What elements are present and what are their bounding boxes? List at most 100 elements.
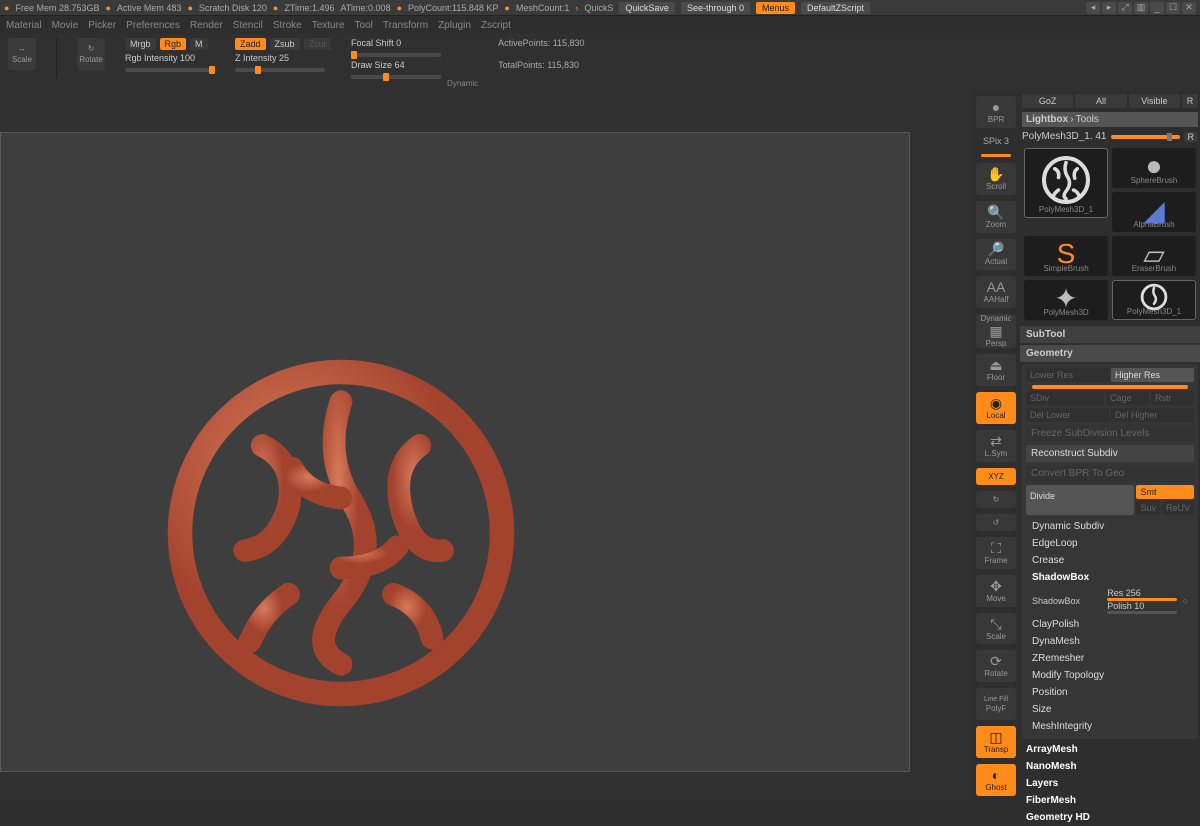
menu-texture[interactable]: Texture [312,20,345,31]
scale-tool[interactable]: ↔Scale [8,38,36,70]
del-higher-btn[interactable]: Del Higher [1111,408,1194,422]
geometry-header[interactable]: Geometry [1020,345,1200,362]
circle-icon[interactable]: ○ [1183,596,1188,606]
scroll-button[interactable]: ✋Scroll [976,163,1016,195]
mesh-integrity[interactable]: MeshIntegrity [1026,718,1194,735]
breadcrumb[interactable]: Lightbox›Tools [1022,112,1198,127]
quicksave-button[interactable]: QuickSave [619,2,675,14]
menu-render[interactable]: Render [190,20,223,31]
edgeloop[interactable]: EdgeLoop [1026,535,1194,552]
menu-preferences[interactable]: Preferences [126,20,180,31]
menu-picker[interactable]: Picker [88,20,116,31]
r-button[interactable]: R [1184,132,1199,142]
modify-topology[interactable]: Modify Topology [1026,667,1194,684]
zcut-button[interactable]: Zcut [304,38,332,50]
arraymesh[interactable]: ArrayMesh [1020,741,1200,758]
thumb-eraser[interactable]: ▱EraserBrush [1112,236,1196,276]
z-button[interactable]: ↺ [976,514,1016,531]
menu-zplugin[interactable]: Zplugin [438,20,471,31]
lower-res-btn[interactable]: Lower Res [1026,368,1109,382]
expand-btn[interactable]: ⤢ [1118,2,1132,14]
visible-tab[interactable]: Visible [1129,94,1180,108]
claypolish[interactable]: ClayPolish [1026,616,1194,633]
thumb-polymesh3d-1[interactable]: PolyMesh3D_1 [1112,280,1196,320]
draw-size-slider[interactable] [351,75,441,79]
convert-bpr-btn[interactable]: Convert BPR To Geo [1026,465,1194,482]
close-btn[interactable]: ✕ [1182,2,1196,14]
dynamic-subdiv[interactable]: Dynamic Subdiv [1026,518,1194,535]
polish-slider[interactable] [1107,611,1176,614]
smt-btn[interactable]: Smt [1136,485,1194,499]
zsub-button[interactable]: Zsub [270,38,300,50]
del-lower-btn[interactable]: Del Lower [1026,408,1109,422]
position[interactable]: Position [1026,684,1194,701]
persp-button[interactable]: Dynamic▦Persp [976,314,1016,348]
dynamic-label[interactable]: Dynamic [447,79,478,88]
menu-stroke[interactable]: Stroke [273,20,302,31]
freeze-subdiv-btn[interactable]: Freeze SubDivision Levels [1026,425,1194,442]
transp-button[interactable]: ◫Transp [976,726,1016,758]
thumb-alpha[interactable]: ◢AlphaBrush [1112,192,1196,232]
rgb-intensity-slider[interactable] [125,68,215,72]
cage-btn[interactable]: Cage [1106,391,1149,405]
suv-btn[interactable]: Suv [1136,501,1160,515]
nav-fwd[interactable]: ▸ [1102,2,1116,14]
pane-btn[interactable]: ▥ [1134,2,1148,14]
nav-back[interactable]: ◂ [1086,2,1100,14]
rotate-tool[interactable]: ↻Rotate [77,38,105,70]
r-tab[interactable]: R [1182,94,1198,108]
bpr-button[interactable]: ●BPR [976,96,1016,128]
shadowbox-btn[interactable]: ShadowBox [1032,596,1101,606]
crease[interactable]: Crease [1026,552,1194,569]
focal-shift-slider[interactable] [351,53,441,57]
menu-transform[interactable]: Transform [383,20,428,31]
menu-material[interactable]: Material [6,20,42,31]
xyz-button[interactable]: XYZ [976,468,1016,485]
rotate-button[interactable]: ⟳Rotate [976,650,1016,682]
floor-button[interactable]: ⏏Floor [976,354,1016,386]
actual-button[interactable]: 🔎Actual [976,239,1016,271]
thumb-polymesh[interactable]: PolyMesh3D_1 [1024,148,1108,218]
goz-tab[interactable]: GoZ [1022,94,1073,108]
menu-tool[interactable]: Tool [355,20,373,31]
move-button[interactable]: ✥Move [976,575,1016,607]
spix-label[interactable]: SPix 3 [981,134,1011,148]
zoom-button[interactable]: 🔍Zoom [976,201,1016,233]
reuv-btn[interactable]: ReUV [1162,501,1194,515]
scale-button[interactable]: ⤡Scale [976,613,1016,645]
layers[interactable]: Layers [1020,775,1200,792]
z-intensity-slider[interactable] [235,68,325,72]
rgb-button[interactable]: Rgb [160,38,187,50]
max-btn[interactable]: ☐ [1166,2,1180,14]
size[interactable]: Size [1026,701,1194,718]
m-button[interactable]: M [190,38,208,50]
geometry-hd[interactable]: Geometry HD [1020,809,1200,826]
aahalf-button[interactable]: AAAAHalf [976,276,1016,308]
min-btn[interactable]: _ [1150,2,1164,14]
polyf-button[interactable]: Line FillPolyF [976,688,1016,720]
sdiv-slider[interactable] [1032,385,1188,389]
seethrough-button[interactable]: See-through 0 [681,2,750,14]
fibermesh[interactable]: FiberMesh [1020,792,1200,809]
zremesher[interactable]: ZRemesher [1026,650,1194,667]
menu-stencil[interactable]: Stencil [233,20,263,31]
default-zscript[interactable]: DefaultZScript [801,2,870,14]
sdiv-label[interactable]: SDiv [1026,391,1104,405]
mrgb-button[interactable]: Mrgb [125,38,156,50]
dynamesh[interactable]: DynaMesh [1026,633,1194,650]
thumb-polymesh3d[interactable]: ✦PolyMesh3D [1024,280,1108,320]
rstr-btn[interactable]: Rstr [1151,391,1194,405]
shadowbox-header[interactable]: ShadowBox [1026,569,1194,586]
local-button[interactable]: ◉Local [976,392,1016,424]
ghost-button[interactable]: ◐Ghost [976,764,1016,796]
menu-zscript[interactable]: Zscript [481,20,511,31]
tool-slider[interactable] [1111,135,1180,139]
zadd-button[interactable]: Zadd [235,38,266,50]
menus-button[interactable]: Menus [756,2,795,14]
nanomesh[interactable]: NanoMesh [1020,758,1200,775]
thumb-sphere[interactable]: ●SphereBrush [1112,148,1196,188]
viewport[interactable] [0,132,910,772]
reconstruct-subdiv-btn[interactable]: Reconstruct Subdiv [1026,445,1194,462]
all-tab[interactable]: All [1075,94,1126,108]
frame-button[interactable]: ⛶Frame [976,537,1016,569]
